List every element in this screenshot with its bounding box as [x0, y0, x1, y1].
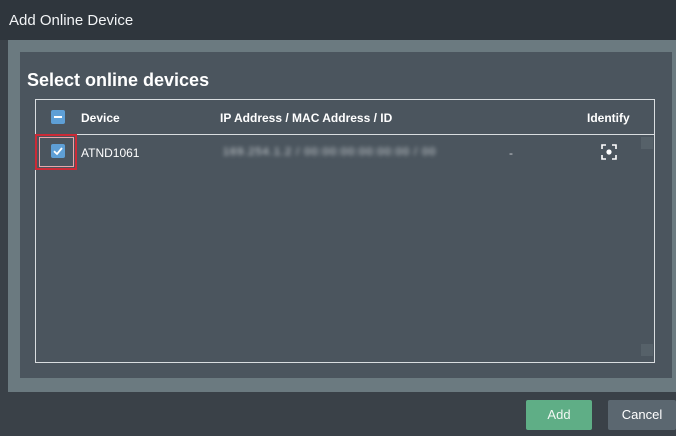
indeterminate-mark-icon	[54, 116, 62, 118]
table-row[interactable]: ATND1061 169.254.1.2 / 00:00:00:00:00:00…	[36, 135, 654, 169]
extra-cell: -	[509, 146, 513, 160]
dialog-footer: Add Cancel	[0, 392, 676, 436]
device-name-cell: ATND1061	[81, 146, 140, 160]
select-all-checkbox[interactable]	[51, 110, 65, 124]
dialog-title: Add Online Device	[9, 12, 134, 29]
devices-table: Device IP Address / MAC Address / ID Ide…	[35, 99, 655, 363]
column-header-device[interactable]: Device	[81, 111, 120, 125]
checkbox-highlight-inner	[39, 137, 74, 167]
add-button[interactable]: Add	[526, 400, 592, 430]
ip-mac-id-cell: 169.254.1.2 / 00:00:00:00:00:00 / 00	[223, 146, 437, 158]
identify-focus-icon[interactable]	[601, 144, 617, 160]
add-online-device-dialog: Add Online Device Select online devices …	[0, 0, 676, 436]
dialog-titlebar: Add Online Device	[0, 0, 676, 40]
scrollbar-bottom-button[interactable]	[641, 344, 653, 356]
section-title: Select online devices	[27, 70, 210, 90]
column-header-identify[interactable]: Identify	[587, 111, 630, 125]
column-header-ip-mac-id[interactable]: IP Address / MAC Address / ID	[220, 111, 392, 125]
table-header-row: Device IP Address / MAC Address / ID Ide…	[36, 100, 654, 134]
scrollbar-top-button[interactable]	[641, 137, 653, 149]
cancel-button[interactable]: Cancel	[608, 400, 676, 430]
